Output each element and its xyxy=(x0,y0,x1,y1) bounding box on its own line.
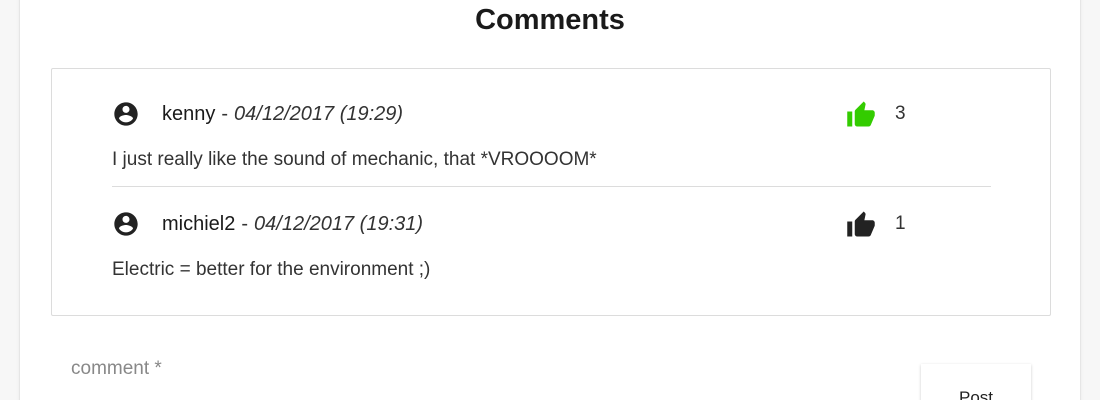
date-separator: - xyxy=(221,102,229,125)
comment-date: 04/12/2017 (19:29) xyxy=(234,102,404,125)
comment-text: Electric = better for the environment ;) xyxy=(112,259,431,280)
comment-text: I just really like the sound of mechanic… xyxy=(112,149,597,170)
account-circle-icon xyxy=(112,100,140,128)
comment-author: michiel2 xyxy=(162,212,236,235)
page-title: Comments xyxy=(475,4,625,36)
comment-date: 04/12/2017 (19:31) xyxy=(254,212,424,235)
thumbs-up-icon[interactable] xyxy=(844,97,878,131)
comment-author: kenny xyxy=(162,102,216,125)
like-count: 1 xyxy=(895,213,906,234)
comment-item: michiel2 - 04/12/2017 (19:31) 1 Electric… xyxy=(112,203,991,293)
comment-header: kenny - 04/12/2017 (19:29) xyxy=(112,99,403,129)
comment-item: kenny - 04/12/2017 (19:29) 3 I just real… xyxy=(112,93,991,187)
post-button[interactable]: Post xyxy=(921,364,1031,400)
date-separator: - xyxy=(241,212,249,235)
comment-input[interactable] xyxy=(71,352,891,392)
comment-header: michiel2 - 04/12/2017 (19:31) xyxy=(112,209,423,239)
comments-list: kenny - 04/12/2017 (19:29) 3 I just real… xyxy=(51,68,1051,316)
thumbs-up-icon[interactable] xyxy=(844,207,878,241)
account-circle-icon xyxy=(112,210,140,238)
comments-card: Comments kenny - 04/12/2017 (19:29) 3 I … xyxy=(19,0,1081,400)
like-count: 3 xyxy=(895,103,906,124)
